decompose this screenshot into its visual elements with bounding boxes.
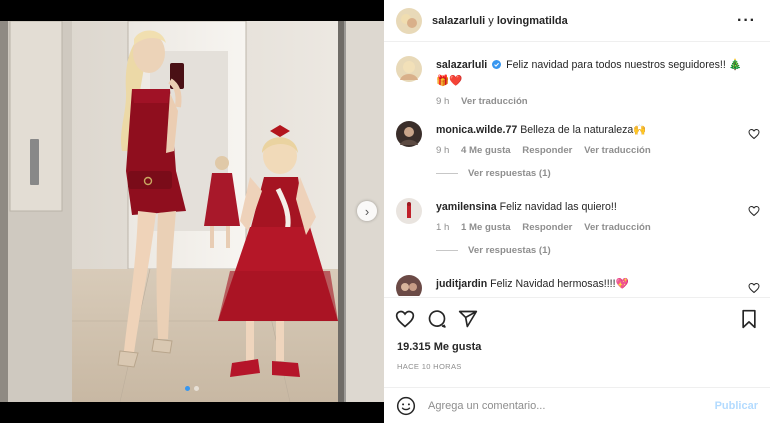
carousel-indicator [0, 386, 384, 391]
post-photo[interactable] [0, 21, 384, 402]
caption-meta: 9 h Ver traducción [436, 94, 754, 110]
author-username[interactable]: salazarluli [432, 15, 485, 27]
verified-badge-icon [492, 60, 502, 69]
comment-time[interactable]: 1 h [436, 222, 449, 233]
post-media: › [0, 0, 384, 423]
comment-text: Belleza de la naturaleza🙌 [520, 124, 647, 136]
commenter-avatar[interactable] [396, 275, 422, 296]
comment-translate-link[interactable]: Ver traducción [584, 222, 651, 233]
caption-translate-link[interactable]: Ver traducción [461, 96, 528, 107]
coauthor-username[interactable]: lovingmatilda [497, 15, 568, 27]
chevron-right-icon: › [364, 203, 370, 219]
comment-meta: 9 h 4 Me gusta Responder Ver traducción [436, 143, 740, 159]
post-header: salazarluli y lovingmatilda ··· [384, 0, 770, 42]
comment-username[interactable]: yamilensina [436, 201, 497, 213]
more-options-button[interactable]: ··· [737, 12, 756, 30]
post-panel: salazarluli y lovingmatilda ··· salazarl… [384, 0, 770, 423]
view-replies-button[interactable]: Ver respuestas (1) [436, 168, 551, 179]
emoji-icon[interactable] [396, 396, 416, 416]
post-authors: salazarluli y lovingmatilda [432, 15, 737, 27]
caption-body: salazarluli Feliz navidad para todos nue… [436, 57, 754, 110]
comment-like-heart-icon[interactable] [748, 128, 760, 140]
replies-line [436, 173, 458, 174]
commenter-avatar[interactable] [396, 198, 422, 224]
next-photo-button[interactable]: › [357, 201, 377, 221]
caption-avatar[interactable] [396, 56, 422, 82]
more-horizontal-icon: ··· [737, 11, 756, 29]
carousel-dot-active [185, 386, 190, 391]
reply-button[interactable]: Responder [522, 145, 572, 156]
comment-input[interactable] [428, 399, 715, 412]
comment-body: monica.wilde.77 Belleza de la naturaleza… [436, 122, 740, 159]
comment-like-heart-icon[interactable] [748, 282, 760, 294]
caption-username[interactable]: salazarluli [436, 59, 487, 71]
photo-image [0, 21, 384, 402]
save-bookmark-icon[interactable] [740, 309, 758, 329]
like-heart-icon[interactable] [395, 309, 415, 329]
comment-text: Feliz Navidad hermosas!!!!💖 [490, 278, 629, 290]
post-timestamp[interactable]: HACE 10 HORAS [397, 362, 462, 371]
caption-time[interactable]: 9 h [436, 96, 449, 107]
share-icon[interactable] [458, 309, 478, 329]
view-replies-button[interactable]: Ver respuestas (1) [436, 245, 551, 256]
author-avatar[interactable] [396, 7, 422, 34]
comment-time[interactable]: 9 h [436, 145, 449, 156]
publish-button[interactable]: Publicar [715, 400, 758, 412]
commenter-avatar[interactable] [396, 121, 422, 147]
comment-body: juditjardin Feliz Navidad hermosas!!!!💖 [436, 276, 740, 292]
comment-username[interactable]: juditjardin [436, 278, 487, 290]
action-icons [395, 309, 758, 331]
comments-list[interactable]: salazarluli Feliz navidad para todos nue… [384, 43, 770, 296]
comment-translate-link[interactable]: Ver traducción [584, 145, 651, 156]
view-replies-label: Ver respuestas (1) [468, 245, 551, 256]
reply-button[interactable]: Responder [522, 222, 572, 233]
add-comment-bar: Publicar [384, 387, 770, 423]
comment-username[interactable]: monica.wilde.77 [436, 124, 517, 136]
likes-count[interactable]: 19.315 Me gusta [397, 341, 481, 353]
authors-connector: y [485, 14, 497, 27]
comment-likes[interactable]: 1 Me gusta [461, 222, 511, 233]
replies-line [436, 250, 458, 251]
comment-body: yamilensina Feliz navidad las quiero!! 1… [436, 199, 740, 236]
comment-meta: 1 h 1 Me gusta Responder Ver traducción [436, 220, 740, 236]
post-actions: 19.315 Me gusta HACE 10 HORAS [384, 297, 770, 387]
comment-like-heart-icon[interactable] [748, 205, 760, 217]
carousel-dot [194, 386, 199, 391]
comment-icon[interactable] [427, 309, 447, 329]
view-replies-label: Ver respuestas (1) [468, 168, 551, 179]
comment-text: Feliz navidad las quiero!! [499, 201, 617, 213]
comment-likes[interactable]: 4 Me gusta [461, 145, 511, 156]
